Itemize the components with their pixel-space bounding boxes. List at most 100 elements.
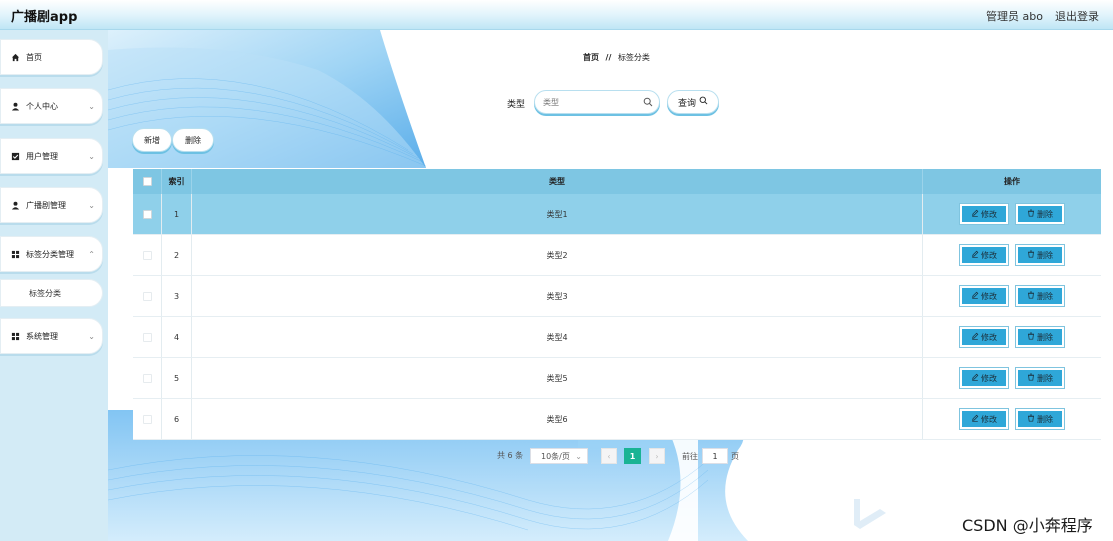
- breadcrumb-current: 标签分类: [617, 53, 650, 62]
- edit-button[interactable]: 修改: [959, 244, 1009, 266]
- delete-button[interactable]: 删除: [1015, 285, 1065, 307]
- edit-icon: [971, 250, 979, 260]
- header-type: 类型: [192, 169, 923, 194]
- header-ops: 操作: [1004, 177, 1020, 186]
- edit-button-label: 修改: [981, 209, 997, 219]
- chevron-down-icon: ⌄: [575, 452, 582, 461]
- delete-button-label: 删除: [1037, 373, 1053, 383]
- edit-button-label: 修改: [981, 291, 997, 301]
- goto-prefix: 前往: [682, 452, 698, 461]
- table-header-row: 索引 类型 操作: [133, 169, 1101, 194]
- delete-button[interactable]: 删除: [1015, 326, 1065, 348]
- row-type: 类型6: [192, 399, 923, 439]
- header-index: 索引: [162, 169, 192, 194]
- sidebar-item-tag-category-management[interactable]: 标签分类管理 ⌃: [0, 236, 103, 272]
- page-size-select[interactable]: 10条/页 ⌄: [530, 448, 588, 464]
- sidebar-item-label: 用户管理: [26, 151, 58, 161]
- sidebar-item-label: 系统管理: [26, 331, 58, 341]
- edit-button-label: 修改: [981, 414, 997, 424]
- table-row[interactable]: 3 类型3 修改 删除: [133, 276, 1101, 317]
- delete-button-label: 删除: [1037, 250, 1053, 260]
- chevron-down-icon: ⌄: [88, 201, 95, 210]
- breadcrumb-separator: //: [605, 53, 612, 62]
- table-row[interactable]: 1 类型1 修改 删除: [133, 194, 1101, 235]
- trash-icon: [1027, 414, 1035, 424]
- user-icon: [11, 201, 20, 210]
- select-all-checkbox[interactable]: [142, 177, 152, 186]
- edit-button[interactable]: 修改: [959, 367, 1009, 389]
- table-row[interactable]: 5 类型5 修改 删除: [133, 358, 1101, 399]
- edit-icon: [971, 332, 979, 342]
- trash-icon: [1027, 209, 1035, 219]
- search-label: 类型: [507, 100, 526, 110]
- search-icon: [643, 97, 653, 110]
- row-checkbox-cell: [133, 276, 162, 316]
- row-ops: 修改 删除: [923, 235, 1101, 275]
- table-row[interactable]: 2 类型2 修改 删除: [133, 235, 1101, 276]
- goto-page-input[interactable]: 1: [702, 448, 728, 464]
- delete-button[interactable]: 删除: [1015, 244, 1065, 266]
- prev-page-button[interactable]: ‹: [601, 448, 617, 464]
- sidebar-item-user-management[interactable]: 用户管理 ⌄: [0, 138, 103, 174]
- edit-button[interactable]: 修改: [959, 203, 1009, 225]
- row-checkbox[interactable]: [142, 332, 152, 342]
- breadcrumb-home[interactable]: 首页: [583, 53, 599, 62]
- row-ops: 修改 删除: [923, 317, 1101, 357]
- row-ops: 修改 删除: [923, 276, 1101, 316]
- grid-icon: [11, 250, 20, 259]
- page-size-value: 10条/页: [541, 451, 570, 461]
- query-button-label: 查询: [677, 98, 696, 109]
- edit-button[interactable]: 修改: [959, 326, 1009, 348]
- admin-user-label: 管理员 abo: [986, 10, 1043, 23]
- edit-button-label: 修改: [981, 373, 997, 383]
- sidebar-item-personal-center[interactable]: 个人中心 ⌄: [0, 88, 103, 124]
- query-button[interactable]: 查询: [667, 90, 719, 114]
- sidebar-subitem-tag-category[interactable]: 标签分类: [0, 279, 103, 307]
- table-row[interactable]: 4 类型4 修改 删除: [133, 317, 1101, 358]
- tag-category-table: 索引 类型 操作 1 类型1 修改 删除 2 类型2 修改 删除 3 类型3 修…: [133, 169, 1101, 440]
- next-page-button[interactable]: ›: [649, 448, 665, 464]
- edit-icon: [971, 414, 979, 424]
- trash-icon: [1027, 250, 1035, 260]
- edit-icon: [971, 291, 979, 301]
- edit-button[interactable]: 修改: [959, 408, 1009, 430]
- search-field: [534, 90, 660, 114]
- row-checkbox[interactable]: [142, 209, 152, 219]
- top-header: 广播剧app 管理员 abo 退出登录: [0, 0, 1113, 30]
- delete-button-label: 删除: [1037, 414, 1053, 424]
- row-ops: 修改 删除: [923, 399, 1101, 439]
- page-number-current[interactable]: 1: [624, 448, 641, 464]
- delete-button[interactable]: 删除: [1015, 367, 1065, 389]
- row-checkbox[interactable]: [142, 373, 152, 383]
- watermark-text: CSDN @小奔程序: [962, 516, 1093, 535]
- edit-icon: [971, 209, 979, 219]
- delete-button[interactable]: 删除: [1015, 408, 1065, 430]
- row-index: 6: [162, 399, 192, 439]
- add-button[interactable]: 新增: [132, 128, 172, 152]
- search-input[interactable]: [535, 91, 635, 113]
- chevron-up-icon: ⌃: [88, 250, 95, 259]
- row-index: 2: [162, 235, 192, 275]
- logout-link[interactable]: 退出登录: [1055, 8, 1099, 24]
- table-body: 1 类型1 修改 删除 2 类型2 修改 删除 3 类型3 修改 删除 4 类型…: [133, 194, 1101, 440]
- batch-delete-button[interactable]: 删除: [172, 128, 214, 152]
- row-type: 类型3: [192, 276, 923, 316]
- delete-button-label: 删除: [1037, 209, 1053, 219]
- edit-button[interactable]: 修改: [959, 285, 1009, 307]
- row-checkbox[interactable]: [142, 414, 152, 424]
- row-checkbox-cell: [133, 399, 162, 439]
- sidebar-item-drama-management[interactable]: 广播剧管理 ⌄: [0, 187, 103, 223]
- row-checkbox[interactable]: [142, 250, 152, 260]
- header-checkbox-cell: [133, 169, 162, 194]
- watermark-logo-icon: [854, 499, 886, 529]
- delete-button[interactable]: 删除: [1015, 203, 1065, 225]
- sidebar-item-label: 首页: [26, 52, 42, 62]
- row-checkbox[interactable]: [142, 291, 152, 301]
- sidebar-item-system-management[interactable]: 系统管理 ⌄: [0, 318, 103, 354]
- trash-icon: [1027, 373, 1035, 383]
- table-row[interactable]: 6 类型6 修改 删除: [133, 399, 1101, 440]
- chevron-down-icon: ⌄: [88, 152, 95, 161]
- row-type: 类型5: [192, 358, 923, 398]
- row-index: 3: [162, 276, 192, 316]
- sidebar-item-home[interactable]: 首页: [0, 39, 103, 75]
